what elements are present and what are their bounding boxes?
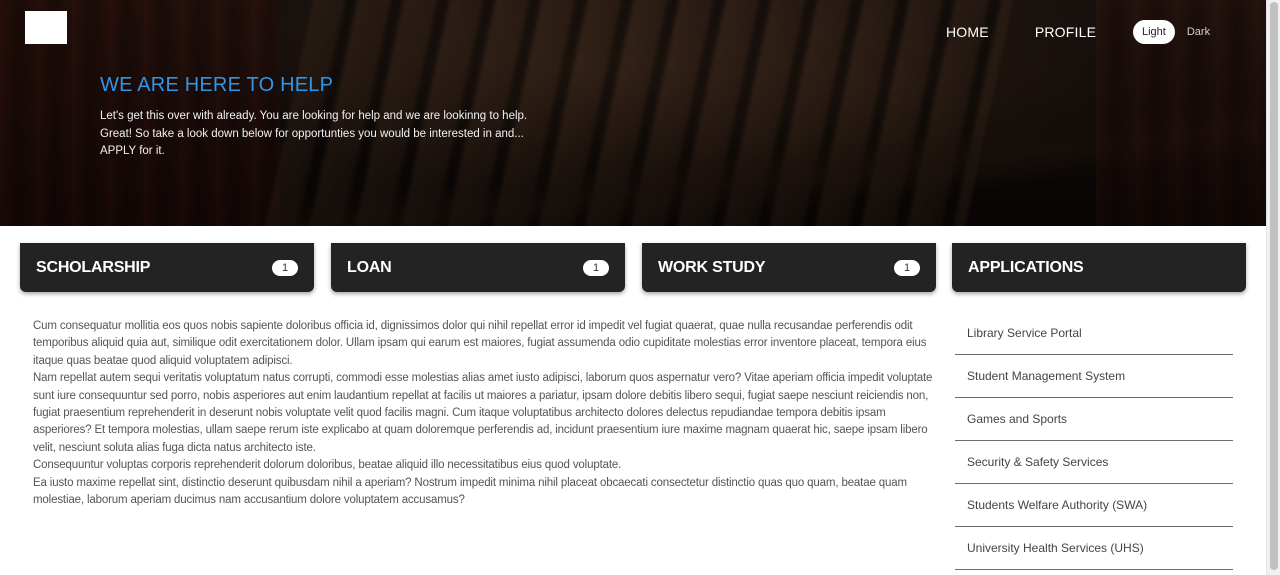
application-link-university-health-services[interactable]: University Health Services (UHS) xyxy=(955,527,1233,570)
card-scholarship[interactable]: SCHOLARSHIP 1 xyxy=(20,243,314,292)
hero-banner: HOME PROFILE Light Dark WE ARE HERE TO H… xyxy=(0,0,1266,226)
scrollbar-thumb[interactable] xyxy=(1270,2,1278,570)
card-title: WORK STUDY xyxy=(658,258,766,276)
theme-light-option[interactable]: Light xyxy=(1133,20,1175,44)
count-badge: 1 xyxy=(272,259,298,276)
nav-profile-link[interactable]: PROFILE xyxy=(1035,23,1096,41)
hero-title: WE ARE HERE TO HELP xyxy=(100,74,334,96)
application-link-games-and-sports[interactable]: Games and Sports xyxy=(955,398,1233,441)
card-applications: APPLICATIONS xyxy=(952,243,1246,292)
application-link-security-safety-services[interactable]: Security & Safety Services xyxy=(955,441,1233,484)
site-logo[interactable] xyxy=(25,11,67,44)
card-work-study[interactable]: WORK STUDY 1 xyxy=(642,243,936,292)
application-link-students-welfare-authority[interactable]: Students Welfare Authority (SWA) xyxy=(955,484,1233,527)
content-paragraph: Consequuntur voluptas corporis reprehend… xyxy=(33,459,622,472)
theme-toggle: Light Dark xyxy=(1133,20,1210,44)
content-text: Cum consequatur mollitia eos quos nobis … xyxy=(33,318,939,509)
application-link-student-management-system[interactable]: Student Management System xyxy=(955,355,1233,398)
hero-description-line: APPLY for it. xyxy=(100,145,165,157)
page-scrollbar[interactable] xyxy=(1266,0,1280,575)
content-paragraph: Cum consequatur mollitia eos quos nobis … xyxy=(33,320,927,367)
content-paragraph: Nam repellat autem sequi veritatis volup… xyxy=(33,372,933,454)
card-title: LOAN xyxy=(347,258,392,276)
main-nav: HOME PROFILE xyxy=(946,23,1096,41)
count-badge: 1 xyxy=(894,259,920,276)
nav-home-link[interactable]: HOME xyxy=(946,23,989,41)
hero-description: Let's get this over with already. You ar… xyxy=(100,108,540,161)
hero-description-line: Let's get this over with already. You ar… xyxy=(100,110,528,122)
page: HOME PROFILE Light Dark WE ARE HERE TO H… xyxy=(0,0,1280,575)
application-link-library-service-portal[interactable]: Library Service Portal xyxy=(955,312,1233,355)
card-title: SCHOLARSHIP xyxy=(36,258,151,276)
hero-description-line: Great! So take a look down below for opp… xyxy=(100,127,524,140)
count-badge: 1 xyxy=(583,259,609,276)
card-loan[interactable]: LOAN 1 xyxy=(331,243,625,292)
applications-list: Library Service Portal Student Managemen… xyxy=(955,312,1233,570)
theme-dark-option[interactable]: Dark xyxy=(1187,26,1210,38)
content-paragraph: Ea iusto maxime repellat sint, distincti… xyxy=(33,476,907,507)
card-title: APPLICATIONS xyxy=(968,258,1084,276)
